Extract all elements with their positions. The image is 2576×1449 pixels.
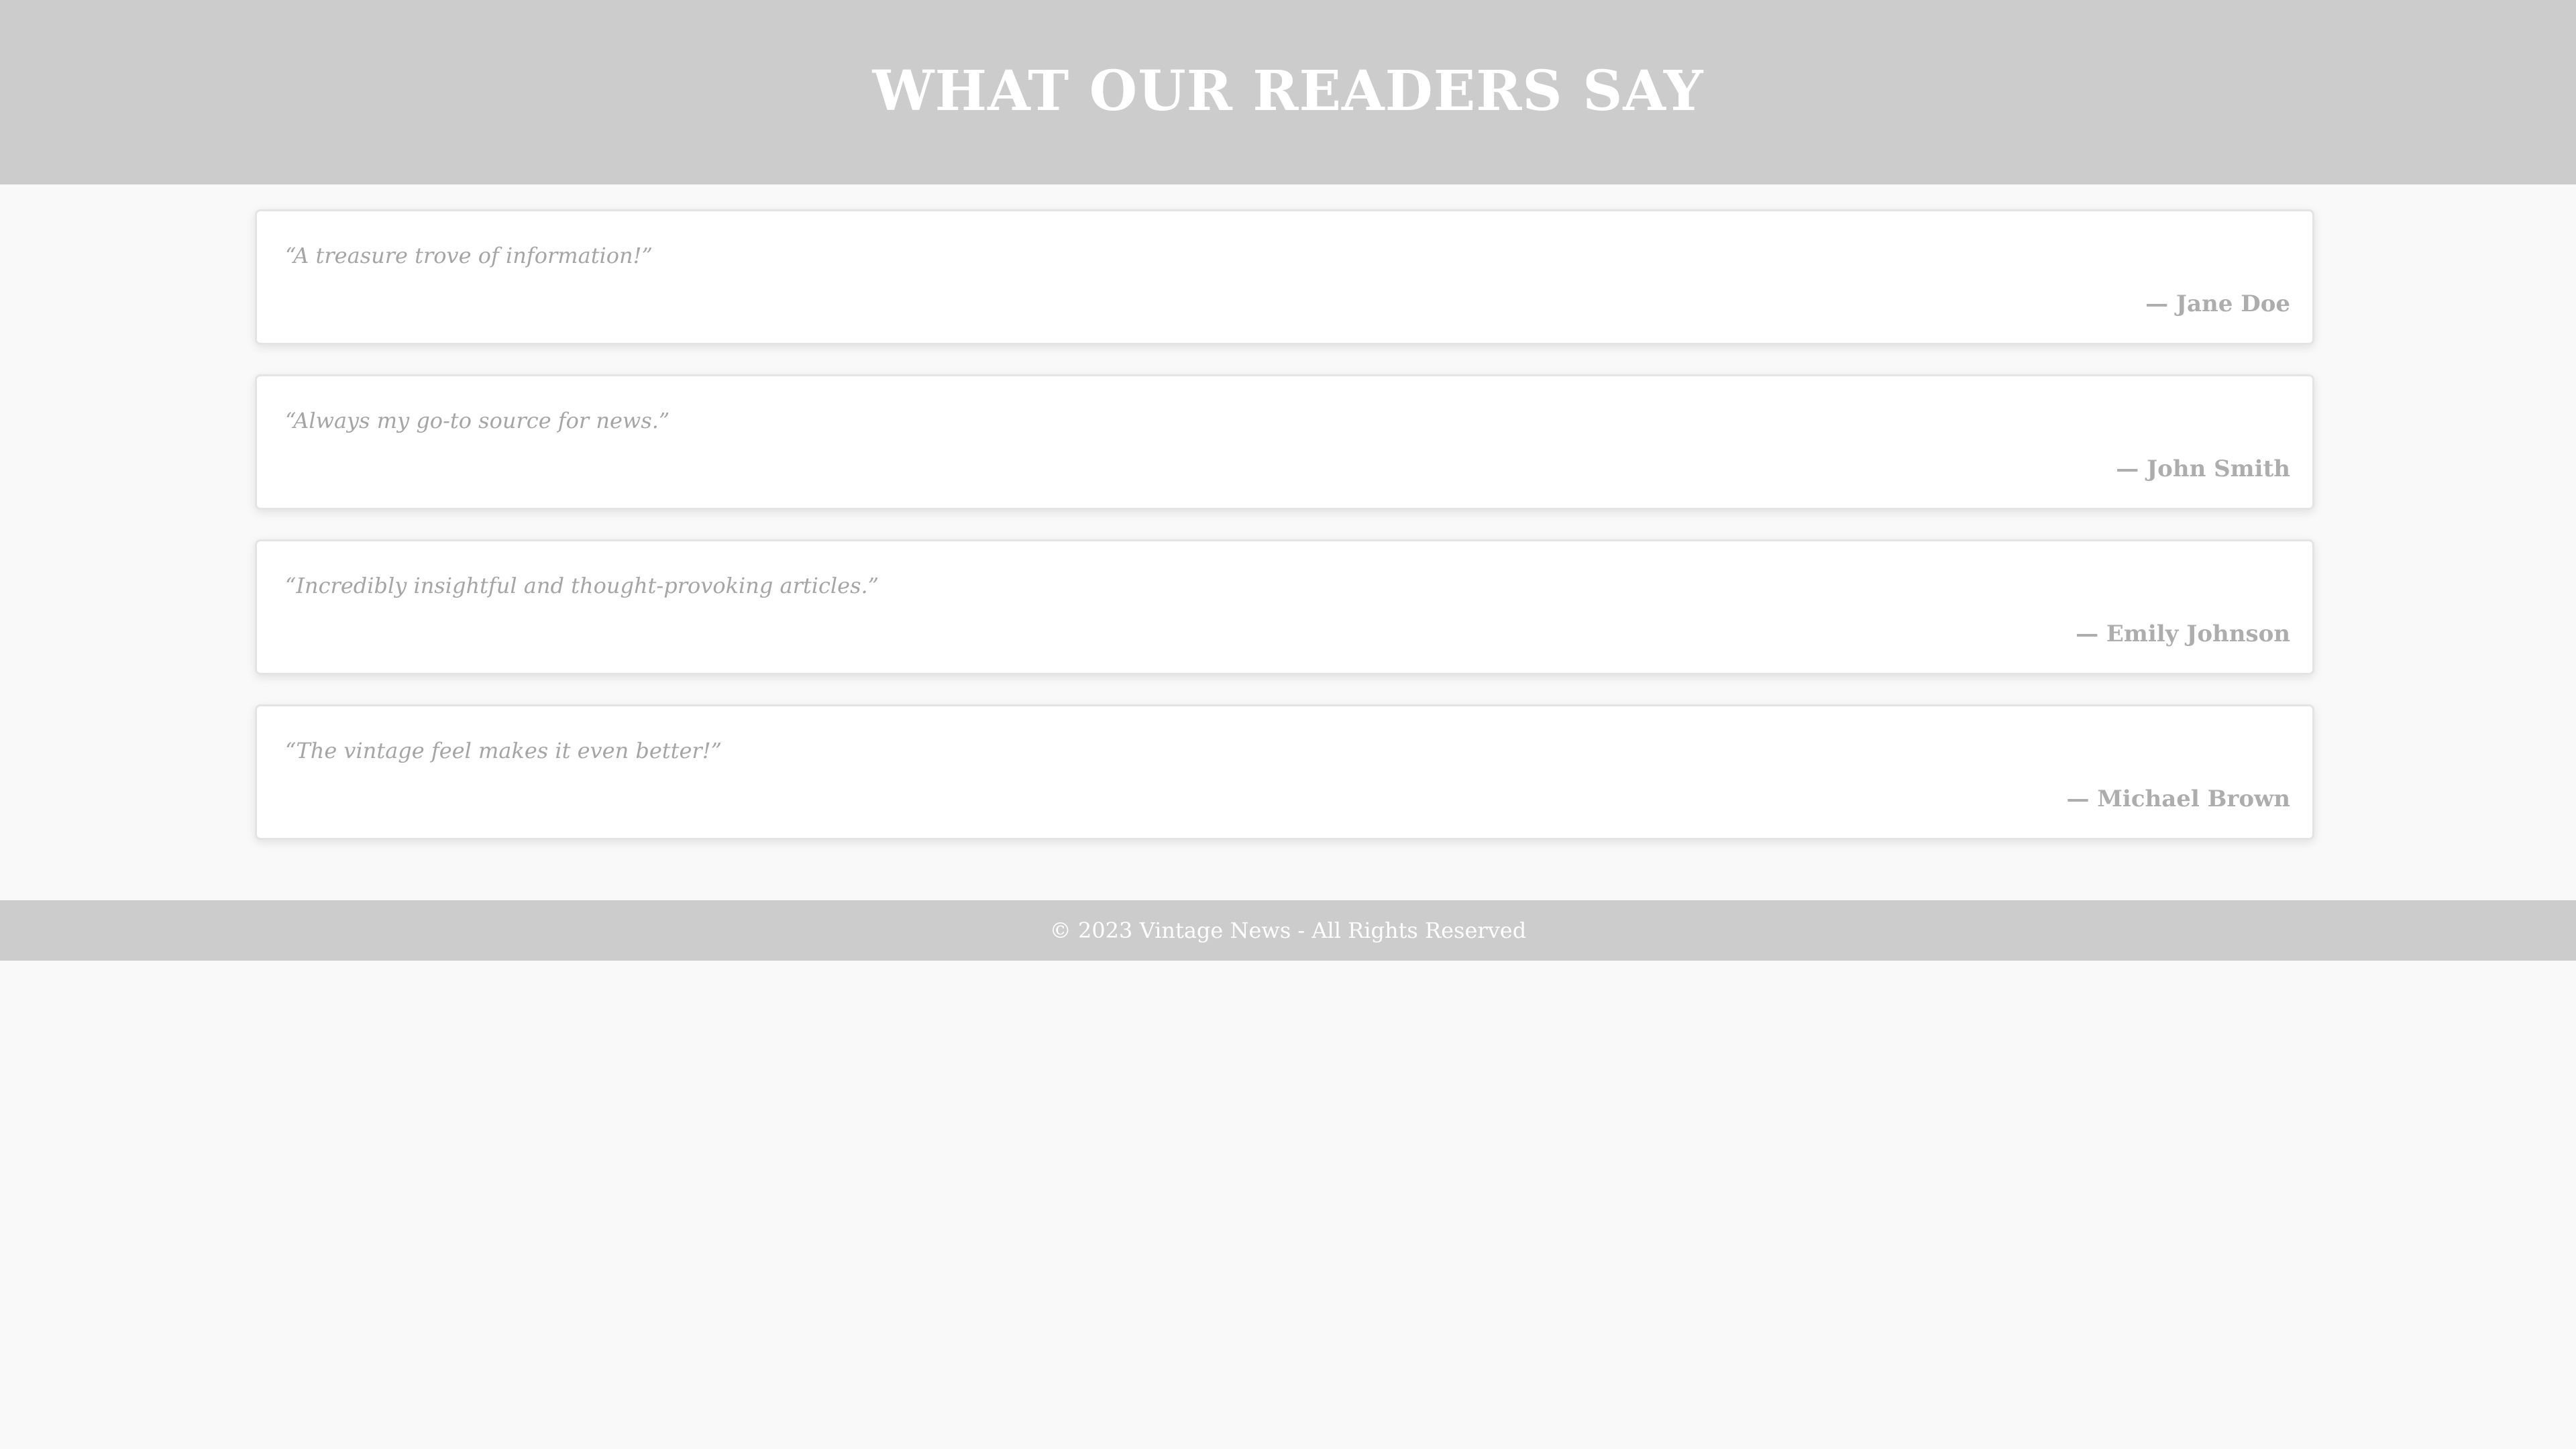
page-header: WHAT OUR READERS SAY <box>0 0 2576 184</box>
copyright-text: © 2023 Vintage News - All Rights Reserve… <box>1049 918 1527 943</box>
page-title: WHAT OUR READERS SAY <box>872 58 1704 123</box>
testimonial-card: “A treasure trove of information!” — Jan… <box>255 209 2314 345</box>
testimonial-author: — John Smith <box>2116 455 2290 482</box>
testimonials-list: “A treasure trove of information!” — Jan… <box>255 209 2314 869</box>
testimonial-card: “Always my go-to source for news.” — Joh… <box>255 374 2314 510</box>
testimonial-author: — Emily Johnson <box>2076 621 2290 647</box>
testimonial-author: — Jane Doe <box>2145 290 2290 317</box>
testimonial-author: — Michael Brown <box>2066 786 2290 812</box>
testimonial-card: “Incredibly insightful and thought-provo… <box>255 539 2314 675</box>
testimonial-quote: “The vintage feel makes it even better!” <box>285 738 722 763</box>
page-footer: © 2023 Vintage News - All Rights Reserve… <box>0 900 2576 961</box>
testimonial-quote: “A treasure trove of information!” <box>285 243 653 268</box>
testimonial-card: “The vintage feel makes it even better!”… <box>255 704 2314 840</box>
testimonial-quote: “Incredibly insightful and thought-provo… <box>285 573 879 598</box>
testimonial-quote: “Always my go-to source for news.” <box>285 408 670 433</box>
